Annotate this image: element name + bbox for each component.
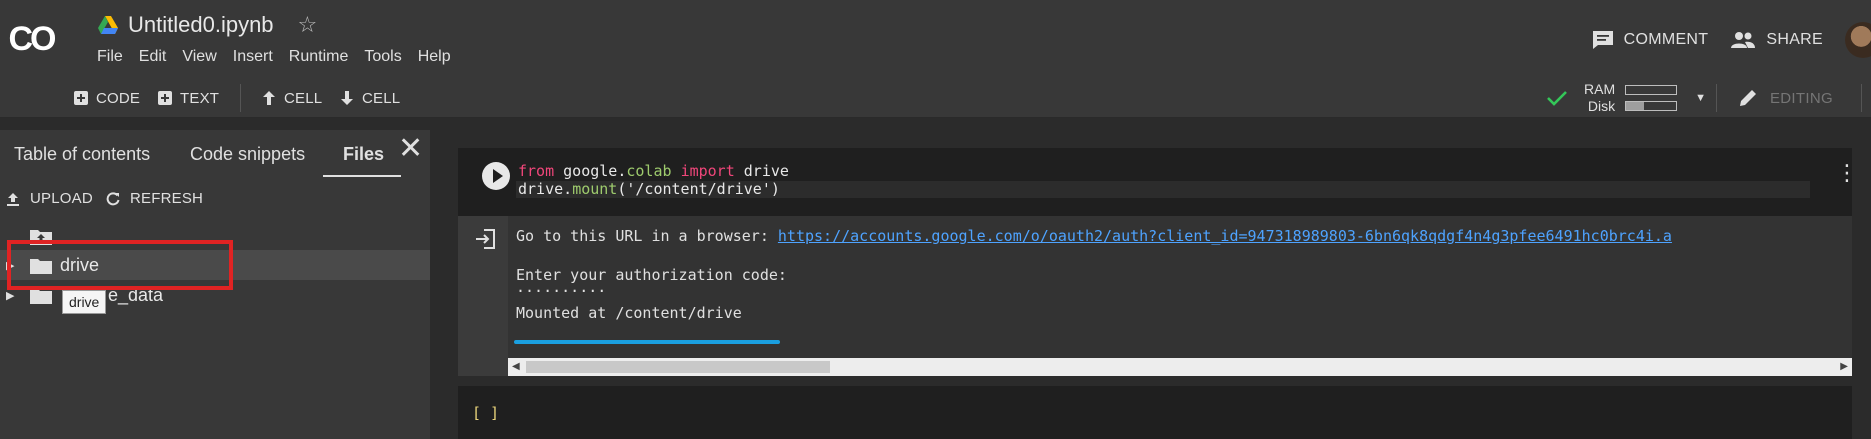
tab-code-snippets[interactable]: Code snippets	[190, 144, 305, 165]
menu-view[interactable]: View	[182, 48, 224, 66]
plus-box-icon	[158, 91, 172, 105]
output-line: ··········	[516, 282, 607, 300]
disk-bar	[1625, 101, 1678, 111]
horizontal-scrollbar[interactable]: ◀ ▶	[508, 358, 1852, 376]
code-cell[interactable]: from google.colab import drive drive.mou…	[458, 148, 1858, 376]
folder-up-icon	[30, 229, 52, 245]
people-icon	[1731, 32, 1756, 48]
oauth-link[interactable]: https://accounts.google.com/o/oauth2/aut…	[778, 227, 1672, 245]
scroll-right-icon[interactable]: ▶	[1840, 361, 1848, 372]
tree-item-label: e_data	[108, 284, 164, 305]
cell-output: Go to this URL in a browser: https://acc…	[458, 216, 1852, 376]
scrollbar-thumb[interactable]	[526, 361, 830, 373]
caret-right-icon[interactable]: ▶	[6, 289, 14, 302]
toolbar-divider	[1716, 84, 1717, 112]
code-line: drive.mount('/content/drive')	[518, 180, 780, 198]
avatar[interactable]	[1845, 22, 1871, 58]
scroll-left-icon[interactable]: ◀	[512, 361, 520, 372]
output-icon[interactable]	[474, 228, 496, 250]
title-row: Untitled0.ipynb ☆	[98, 10, 317, 40]
empty-code-cell[interactable]: [ ]	[458, 386, 1852, 439]
menu-file[interactable]: File	[97, 48, 131, 66]
notebook-title[interactable]: Untitled0.ipynb	[128, 12, 274, 38]
folder-icon	[30, 288, 52, 304]
tree-item-label: drive	[60, 254, 100, 275]
colab-app: CO Untitled0.ipynb ☆ File Edit View Inse…	[0, 0, 1871, 439]
more-vert-icon[interactable]: ⋮	[1836, 162, 1858, 184]
resource-labels: RAM Disk	[1584, 81, 1615, 115]
code-line: from google.colab import drive	[518, 162, 789, 180]
refresh-button[interactable]: REFRESH	[106, 190, 203, 207]
header-actions: COMMENT SHARE	[1592, 22, 1871, 58]
check-icon	[1547, 91, 1567, 106]
file-actions: UPLOAD REFRESH	[0, 186, 430, 216]
arrow-up-icon	[263, 91, 275, 105]
upload-icon	[7, 192, 19, 206]
arrow-down-icon	[341, 91, 353, 105]
refresh-icon	[106, 191, 120, 205]
google-drive-icon	[98, 16, 118, 34]
output-body: Go to this URL in a browser: https://acc…	[508, 216, 1852, 376]
ram-label: RAM	[1584, 81, 1616, 97]
caret-right-icon[interactable]: ▶	[6, 259, 14, 272]
app-header: CO Untitled0.ipynb ☆ File Edit View Inse…	[0, 0, 1871, 78]
tooltip: drive	[62, 290, 107, 314]
tab-table-of-contents[interactable]: Table of contents	[14, 144, 150, 165]
menu-insert[interactable]: Insert	[233, 48, 281, 66]
add-text-button[interactable]: TEXT	[158, 78, 219, 118]
menu-bar: File Edit View Insert Runtime Tools Help	[97, 48, 467, 66]
ram-bar	[1625, 85, 1678, 95]
toolbar-divider	[240, 84, 241, 112]
parent-folder-row[interactable]	[0, 224, 430, 248]
resource-monitor[interactable]: RAM Disk ▼	[1546, 81, 1706, 115]
move-cell-down-button[interactable]: CELL	[340, 78, 400, 118]
tab-files[interactable]: Files	[343, 144, 384, 165]
menu-tools[interactable]: Tools	[364, 48, 409, 66]
menu-runtime[interactable]: Runtime	[289, 48, 357, 66]
toolbar-divider	[1861, 84, 1862, 112]
folder-icon	[30, 258, 52, 274]
resource-bars	[1625, 85, 1678, 111]
upload-button[interactable]: UPLOAD	[6, 190, 93, 207]
disk-bar-fill	[1626, 102, 1644, 110]
pencil-icon	[1740, 90, 1756, 106]
colab-logo[interactable]: CO	[0, 0, 62, 78]
menu-help[interactable]: Help	[418, 48, 459, 66]
share-button[interactable]: SHARE	[1730, 31, 1823, 49]
annotation-underline	[514, 340, 780, 344]
star-icon[interactable]: ☆	[298, 12, 318, 38]
caret-down-icon[interactable]: ▼	[1695, 92, 1706, 104]
comment-icon	[1592, 31, 1613, 49]
move-cell-up-button[interactable]: CELL	[262, 78, 322, 118]
file-sidebar: Table of contents Code snippets Files ✕ …	[0, 130, 430, 439]
code-text[interactable]: from google.colab import drive drive.mou…	[518, 162, 789, 198]
output-line: Go to this URL in a browser: https://acc…	[516, 227, 1672, 245]
output-line: Mounted at /content/drive	[516, 304, 742, 322]
plus-box-icon	[74, 91, 88, 105]
disk-label: Disk	[1587, 98, 1616, 114]
add-code-button[interactable]: CODE	[74, 78, 140, 118]
notebook-toolbar: CODE TEXT CELL CELL RAM Disk ▼ EDITING	[0, 78, 1871, 118]
comment-button[interactable]: COMMENT	[1592, 30, 1709, 50]
editing-button[interactable]: EDITING	[1738, 78, 1833, 118]
sidebar-resize-handle[interactable]	[430, 118, 438, 439]
active-tab-indicator	[323, 175, 401, 177]
sidebar-tabs: Table of contents Code snippets Files ✕	[0, 130, 430, 177]
output-gutter	[458, 216, 508, 376]
close-icon[interactable]: ✕	[398, 134, 423, 164]
menu-edit[interactable]: Edit	[139, 48, 175, 66]
notebook-area: from google.colab import drive drive.mou…	[438, 118, 1871, 439]
cell-prompt: [ ]	[472, 404, 500, 422]
code-editor[interactable]: from google.colab import drive drive.mou…	[458, 148, 1858, 216]
tree-item-drive[interactable]: ▶ drive	[0, 250, 430, 280]
run-cell-button[interactable]	[482, 162, 510, 190]
